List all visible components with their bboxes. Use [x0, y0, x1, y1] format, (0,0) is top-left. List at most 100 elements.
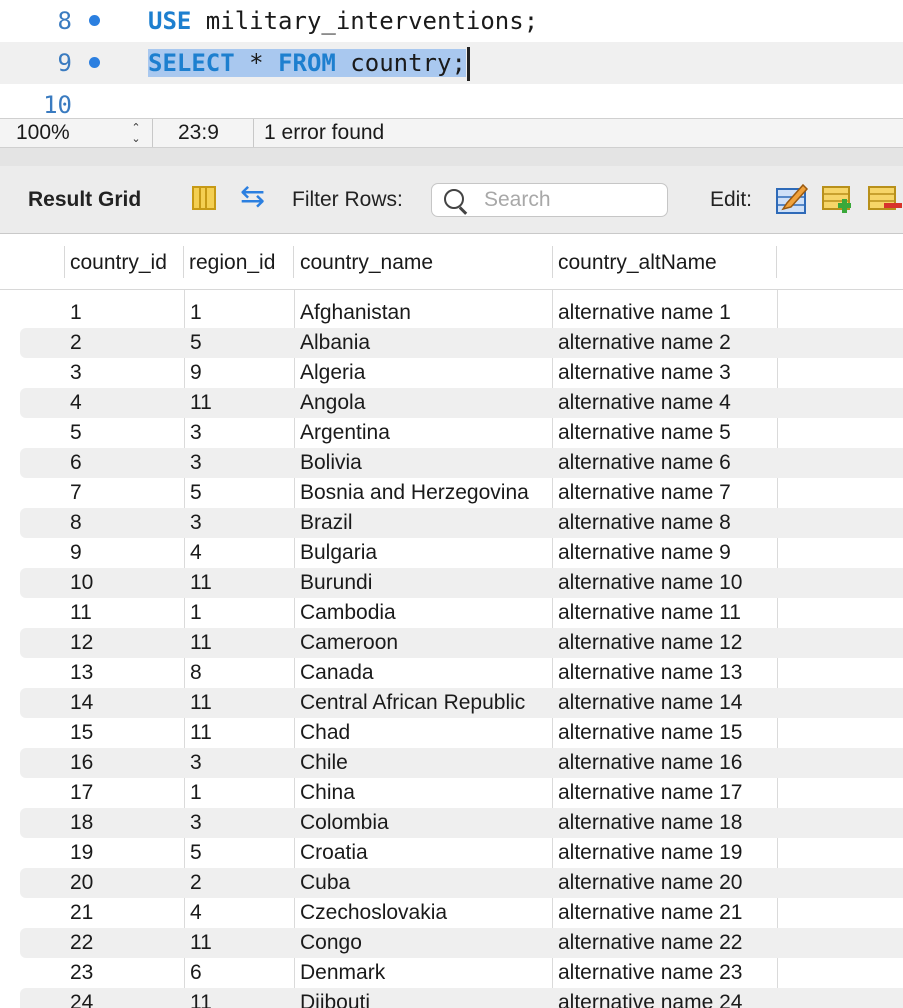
filter-search-box[interactable] [431, 183, 668, 217]
cell-country-altname[interactable]: alternative name 12 [558, 628, 742, 658]
cell-country-id[interactable]: 21 [70, 898, 93, 928]
cell-country-name[interactable]: Czechoslovakia [300, 898, 447, 928]
cell-country-name[interactable]: Djibouti [300, 988, 370, 1008]
cell-region-id[interactable]: 11 [190, 388, 212, 418]
column-divider[interactable] [183, 246, 184, 278]
panel-divider[interactable] [0, 148, 903, 166]
cell-country-id[interactable]: 4 [70, 388, 82, 418]
cell-country-altname[interactable]: alternative name 14 [558, 688, 742, 718]
column-header-country-name[interactable]: country_name [300, 248, 433, 278]
table-row[interactable]: 13 8 Canada alternative name 13 [0, 658, 903, 688]
cell-country-name[interactable]: Denmark [300, 958, 385, 988]
cell-country-name[interactable]: Croatia [300, 838, 368, 868]
cell-country-name[interactable]: Albania [300, 328, 370, 358]
cell-country-altname[interactable]: alternative name 6 [558, 448, 731, 478]
cell-country-id[interactable]: 17 [70, 778, 93, 808]
table-row[interactable]: 21 4 Czechoslovakia alternative name 21 [0, 898, 903, 928]
cell-region-id[interactable]: 3 [190, 448, 202, 478]
cell-country-name[interactable]: Algeria [300, 358, 365, 388]
cell-region-id[interactable]: 3 [190, 748, 202, 778]
cell-country-name[interactable]: Central African Republic [300, 688, 525, 718]
cell-region-id[interactable]: 3 [190, 808, 202, 838]
delete-row-icon[interactable] [868, 185, 902, 213]
cell-country-name[interactable]: Bolivia [300, 448, 362, 478]
cell-region-id[interactable]: 11 [190, 928, 212, 958]
cell-country-id[interactable]: 15 [70, 718, 93, 748]
edit-pencil-icon[interactable] [775, 181, 809, 215]
cell-country-name[interactable]: Angola [300, 388, 365, 418]
cell-country-altname[interactable]: alternative name 10 [558, 568, 742, 598]
cell-country-altname[interactable]: alternative name 5 [558, 418, 731, 448]
table-row[interactable]: 7 5 Bosnia and Herzegovina alternative name… [0, 478, 903, 508]
zoom-level[interactable]: 100% [16, 119, 70, 147]
cell-country-altname[interactable]: alternative name 4 [558, 388, 731, 418]
table-row[interactable]: 2 5 Albania alternative name 2 [0, 328, 903, 358]
sql-editor[interactable]: 8 USE military_interventions; 9 SELECT *… [0, 0, 903, 118]
code-line-10[interactable]: 10 [0, 84, 903, 118]
table-row[interactable]: 19 5 Croatia alternative name 19 [0, 838, 903, 868]
code-line-9[interactable]: 9 SELECT * FROM country; [0, 42, 903, 84]
table-row[interactable]: 11 1 Cambodia alternative name 11 [0, 598, 903, 628]
zoom-stepper-icon[interactable]: ⌃ ⌄ [128, 123, 144, 145]
code-text[interactable]: SELECT * FROM country; [148, 42, 470, 84]
cell-country-id[interactable]: 18 [70, 808, 93, 838]
cell-region-id[interactable]: 4 [190, 538, 202, 568]
add-row-icon[interactable] [822, 185, 856, 213]
cell-country-id[interactable]: 16 [70, 748, 93, 778]
cell-country-altname[interactable]: alternative name 17 [558, 778, 742, 808]
cell-country-altname[interactable]: alternative name 24 [558, 988, 742, 1008]
cell-region-id[interactable]: 1 [190, 598, 202, 628]
cell-country-name[interactable]: Cameroon [300, 628, 398, 658]
cell-region-id[interactable]: 4 [190, 898, 202, 928]
cell-country-altname[interactable]: alternative name 9 [558, 538, 731, 568]
cell-country-id[interactable]: 1 [70, 298, 82, 328]
table-row[interactable]: 18 3 Colombia alternative name 18 [0, 808, 903, 838]
cell-region-id[interactable]: 11 [190, 688, 212, 718]
table-row[interactable]: 14 11 Central African Republic alternative … [0, 688, 903, 718]
cell-country-name[interactable]: Brazil [300, 508, 353, 538]
table-row[interactable]: 20 2 Cuba alternative name 20 [0, 868, 903, 898]
table-row[interactable]: 1 1 Afghanistan alternative name 1 [0, 298, 903, 328]
cell-country-name[interactable]: Canada [300, 658, 374, 688]
result-grid[interactable]: country_id region_id country_name countr… [0, 234, 903, 1008]
table-row[interactable]: 16 3 Chile alternative name 16 [0, 748, 903, 778]
table-row[interactable]: 10 11 Burundi alternative name 10 [0, 568, 903, 598]
chevron-down-icon[interactable]: ⌄ [128, 134, 144, 145]
table-row[interactable]: 22 11 Congo alternative name 22 [0, 928, 903, 958]
table-row[interactable]: 8 3 Brazil alternative name 8 [0, 508, 903, 538]
cell-country-id[interactable]: 24 [70, 988, 93, 1008]
column-divider[interactable] [293, 246, 294, 278]
cell-country-id[interactable]: 23 [70, 958, 93, 988]
table-row[interactable]: 5 3 Argentina alternative name 5 [0, 418, 903, 448]
cell-country-id[interactable]: 3 [70, 358, 82, 388]
cell-region-id[interactable]: 11 [190, 628, 212, 658]
cell-country-id[interactable]: 20 [70, 868, 93, 898]
cell-region-id[interactable]: 2 [190, 868, 202, 898]
cell-country-name[interactable]: Afghanistan [300, 298, 411, 328]
table-row[interactable]: 9 4 Bulgaria alternative name 9 [0, 538, 903, 568]
cell-country-id[interactable]: 7 [70, 478, 82, 508]
table-row[interactable]: 24 11 Djibouti alternative name 24 [0, 988, 903, 1008]
cell-country-altname[interactable]: alternative name 18 [558, 808, 742, 838]
cell-country-name[interactable]: Cambodia [300, 598, 396, 628]
column-divider[interactable] [776, 246, 777, 278]
cell-region-id[interactable]: 6 [190, 958, 202, 988]
column-divider[interactable] [64, 246, 65, 278]
cell-country-altname[interactable]: alternative name 23 [558, 958, 742, 988]
cell-region-id[interactable]: 11 [190, 718, 212, 748]
cell-country-name[interactable]: Burundi [300, 568, 372, 598]
cell-country-id[interactable]: 12 [70, 628, 93, 658]
cell-country-id[interactable]: 19 [70, 838, 93, 868]
cell-country-name[interactable]: Colombia [300, 808, 389, 838]
cell-region-id[interactable]: 1 [190, 778, 202, 808]
cell-country-name[interactable]: Chile [300, 748, 348, 778]
cell-region-id[interactable]: 5 [190, 478, 202, 508]
cell-country-name[interactable]: Congo [300, 928, 362, 958]
cell-country-altname[interactable]: alternative name 11 [558, 598, 741, 628]
cell-country-id[interactable]: 6 [70, 448, 82, 478]
cell-country-id[interactable]: 2 [70, 328, 82, 358]
cell-region-id[interactable]: 5 [190, 838, 202, 868]
error-message[interactable]: 1 error found [264, 119, 384, 147]
cell-region-id[interactable]: 3 [190, 508, 202, 538]
refresh-icon[interactable]: ⇆ [240, 182, 265, 212]
